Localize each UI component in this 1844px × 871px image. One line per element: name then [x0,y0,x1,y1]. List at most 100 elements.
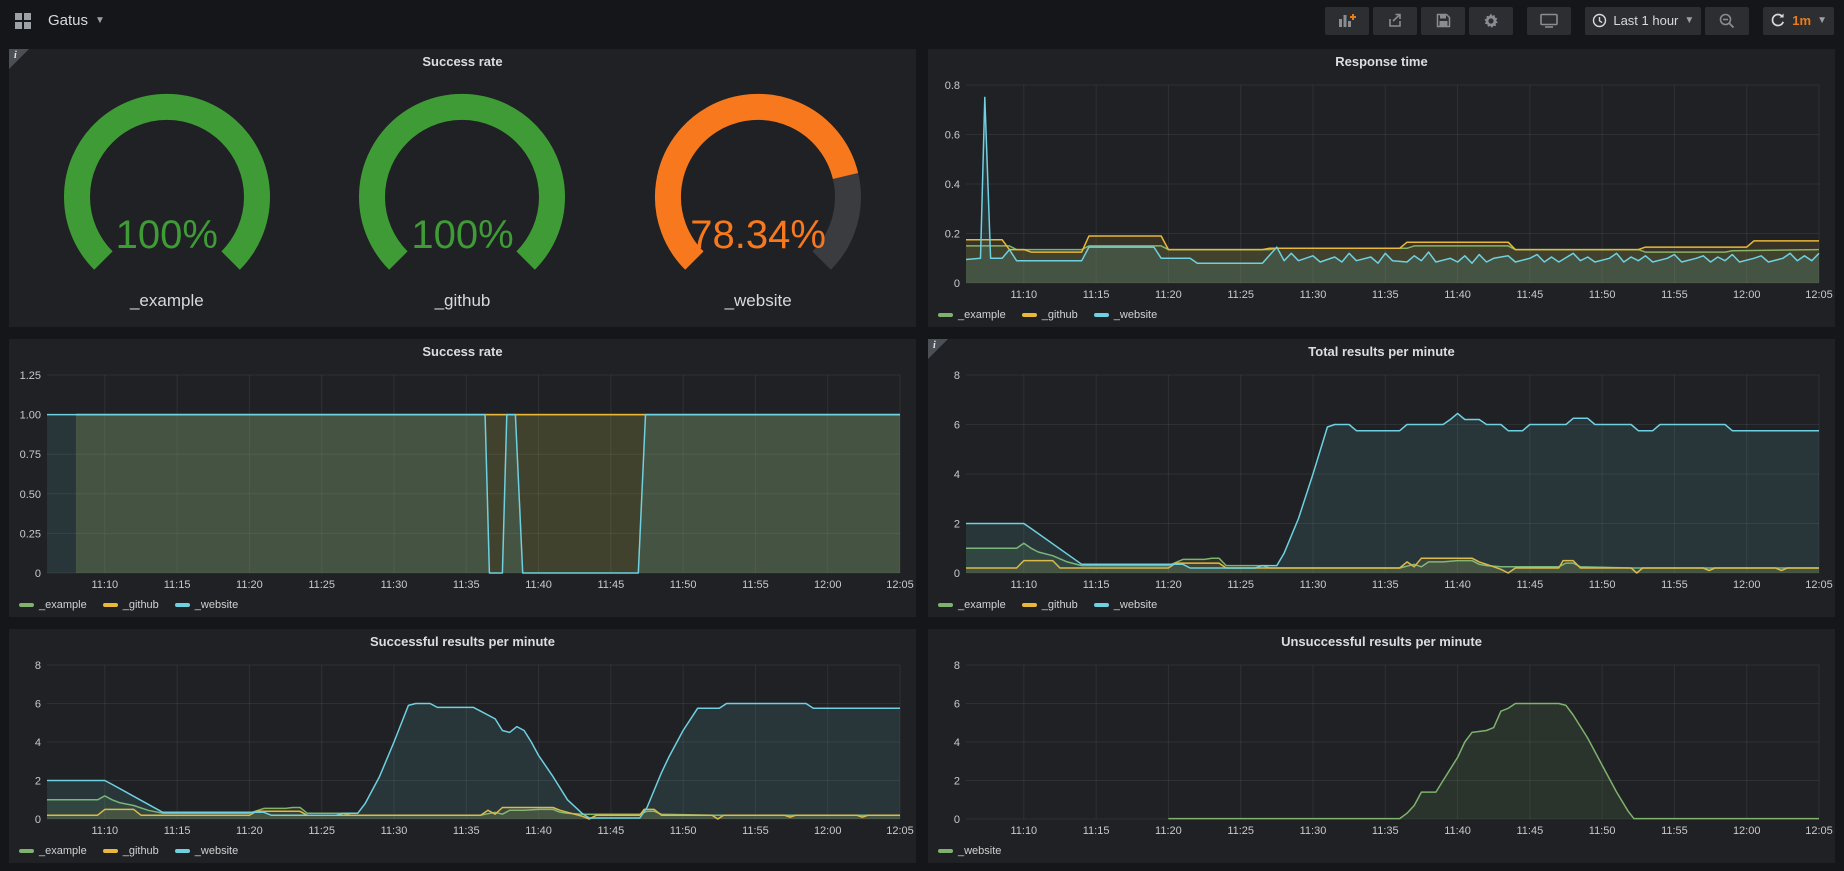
legend-swatch [175,849,190,853]
info-i-glyph: i [933,340,936,351]
chart-area[interactable]: 11:1011:1511:2011:2511:3011:3511:4011:45… [9,655,916,839]
panel-title[interactable]: Successful results per minute [9,629,916,655]
svg-text:11:15: 11:15 [1083,579,1110,591]
clock-icon [1592,13,1607,28]
legend-swatch [103,603,118,607]
svg-text:11:35: 11:35 [1372,825,1399,837]
svg-text:11:55: 11:55 [742,825,769,837]
panel-success-rate-gauges: i Success rate 100% _example 100% _githu… [9,49,916,327]
svg-text:11:35: 11:35 [453,579,480,591]
save-button[interactable] [1421,7,1465,35]
legend-item[interactable]: _website [938,845,1001,857]
refresh-button[interactable]: 1m ▼ [1763,7,1834,35]
add-panel-button[interactable] [1325,7,1369,35]
apps-grid-icon[interactable] [10,8,36,34]
legend-item[interactable]: _website [1094,599,1157,611]
view-mode-group [1527,7,1571,35]
gauge-value: 100% [22,213,312,258]
time-range-picker[interactable]: Last 1 hour ▼ [1585,7,1701,35]
gauge-label: _website [725,291,792,311]
svg-text:4: 4 [954,469,960,481]
svg-text:11:55: 11:55 [1661,579,1688,591]
svg-text:11:25: 11:25 [308,825,335,837]
chart-area[interactable]: 11:1011:1511:2011:2511:3011:3511:4011:45… [9,365,916,593]
legend-swatch [19,603,34,607]
legend-swatch [1022,313,1037,317]
chart-legend: _example _github _website [928,303,1835,327]
svg-text:11:30: 11:30 [381,825,408,837]
refresh-icon [1770,13,1786,28]
svg-text:4: 4 [35,737,41,749]
legend-item[interactable]: _website [175,599,238,611]
gauge-value: 100% [317,213,607,258]
svg-text:0.6: 0.6 [945,130,960,142]
chart-legend: _website [928,839,1835,863]
settings-gear-icon[interactable] [1469,7,1513,35]
chart-area[interactable]: 11:1011:1511:2011:2511:3011:3511:4011:45… [928,655,1835,839]
legend-item[interactable]: _website [175,845,238,857]
dashboard-title-dropdown[interactable]: Gatus ▼ [48,12,105,29]
legend-series-name: _website [195,599,238,611]
svg-text:11:25: 11:25 [1227,289,1254,301]
svg-text:11:45: 11:45 [597,825,624,837]
legend-swatch [19,849,34,853]
panel-title[interactable]: Success rate [9,339,916,365]
svg-text:11:50: 11:50 [670,579,697,591]
svg-text:11:40: 11:40 [1444,579,1471,591]
svg-text:0: 0 [35,814,41,826]
svg-text:11:30: 11:30 [1300,579,1327,591]
svg-text:11:40: 11:40 [1444,289,1471,301]
share-button[interactable] [1373,7,1417,35]
svg-text:11:25: 11:25 [1227,825,1254,837]
svg-text:12:00: 12:00 [1733,579,1761,591]
legend-item[interactable]: _github [103,599,159,611]
legend-item[interactable]: _github [1022,309,1078,321]
panel-info-icon[interactable] [9,49,29,69]
chart-area[interactable]: 11:1011:1511:2011:2511:3011:3511:4011:45… [928,365,1835,593]
legend-item[interactable]: _example [19,845,87,857]
svg-text:12:05: 12:05 [1805,825,1833,837]
gauge-label: _github [435,291,491,311]
svg-text:11:10: 11:10 [1010,825,1037,837]
svg-text:11:45: 11:45 [597,579,624,591]
panel-info-icon[interactable] [928,339,948,359]
svg-text:12:00: 12:00 [814,579,842,591]
svg-text:6: 6 [35,699,41,711]
panel-response-time: Response time 11:1011:1511:2011:2511:301… [928,49,1835,327]
panel-title[interactable]: Unsuccessful results per minute [928,629,1835,655]
gauge-example: 100% _example [22,89,312,311]
tv-mode-icon[interactable] [1527,7,1571,35]
chart-legend: _example _github _website [9,839,916,863]
panel-total-results: i Total results per minute 11:1011:1511:… [928,339,1835,617]
svg-text:12:00: 12:00 [1733,289,1761,301]
svg-text:0.2: 0.2 [945,229,960,241]
legend-series-name: _website [1114,309,1157,321]
svg-text:0: 0 [954,814,960,826]
svg-text:6: 6 [954,420,960,432]
legend-item[interactable]: _github [103,845,159,857]
svg-text:11:15: 11:15 [1083,825,1110,837]
zoom-out-button[interactable] [1705,7,1749,35]
legend-swatch [938,603,953,607]
svg-text:12:05: 12:05 [1805,289,1833,301]
legend-item[interactable]: _example [19,599,87,611]
legend-item[interactable]: _example [938,599,1006,611]
chart-area[interactable]: 11:1011:1511:2011:2511:3011:3511:4011:45… [928,75,1835,303]
svg-text:0.25: 0.25 [20,528,41,540]
svg-text:11:20: 11:20 [1155,289,1182,301]
svg-text:11:50: 11:50 [1589,825,1616,837]
svg-text:11:45: 11:45 [1516,289,1543,301]
legend-item[interactable]: _github [1022,599,1078,611]
panel-title[interactable]: Success rate [9,49,916,75]
svg-text:11:50: 11:50 [1589,289,1616,301]
svg-text:11:50: 11:50 [1589,579,1616,591]
svg-text:2: 2 [954,776,960,788]
svg-text:0: 0 [954,568,960,580]
legend-item[interactable]: _website [1094,309,1157,321]
svg-text:0.75: 0.75 [20,449,41,461]
panel-title[interactable]: Total results per minute [928,339,1835,365]
legend-series-name: _example [39,845,87,857]
svg-text:8: 8 [954,660,960,672]
panel-title[interactable]: Response time [928,49,1835,75]
legend-item[interactable]: _example [938,309,1006,321]
